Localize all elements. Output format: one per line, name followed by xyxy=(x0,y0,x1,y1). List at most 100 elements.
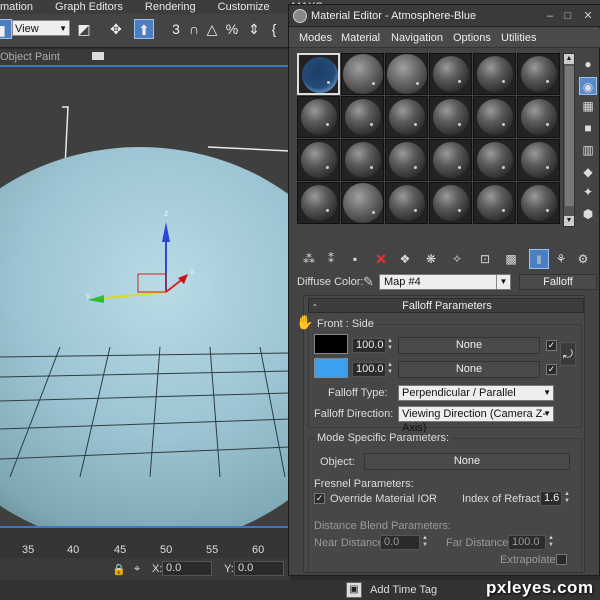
go-forward-sibling-icon[interactable]: ⚙ xyxy=(573,249,593,269)
side-amount-spinner-icon[interactable]: ▲ ▼ xyxy=(386,362,394,377)
video-color-check-icon[interactable]: ▥ xyxy=(579,141,597,159)
material-editor-titlebar[interactable]: Material Editor - Atmosphere-Blue – □ ✕ xyxy=(289,5,600,27)
falloff-parameters-header[interactable]: - Falloff Parameters xyxy=(308,298,584,313)
sample-slot[interactable] xyxy=(473,182,516,224)
transform-gizmo[interactable]: z y x xyxy=(80,202,200,312)
sample-type-sphere-icon[interactable]: ● xyxy=(579,55,597,73)
viewport-dropdown[interactable] xyxy=(92,52,104,60)
sample-slot[interactable] xyxy=(429,96,472,138)
assign-material-icon[interactable]: ▪ xyxy=(345,249,365,269)
menu-material[interactable]: Material xyxy=(341,32,380,44)
sample-slot[interactable] xyxy=(429,182,472,224)
perspective-viewport[interactable]: z y x xyxy=(0,65,290,528)
sample-slot[interactable] xyxy=(297,139,340,181)
snap-magnet-icon[interactable]: ∩ xyxy=(184,19,204,39)
material-id-icon[interactable]: ⊡ xyxy=(475,249,495,269)
snap-3-icon[interactable]: 3 xyxy=(166,19,186,39)
front-map-button[interactable]: None xyxy=(398,337,540,354)
menu-rendering[interactable]: Rendering xyxy=(145,1,196,13)
object-pick-button[interactable]: None xyxy=(364,453,570,470)
override-ior-checkbox[interactable]: ✓ xyxy=(314,493,325,504)
sample-slot[interactable] xyxy=(341,96,384,138)
sample-slot[interactable] xyxy=(297,53,340,95)
backlight-icon[interactable]: ◉ xyxy=(579,77,597,95)
percent-snap-icon[interactable]: % xyxy=(222,19,242,39)
falloff-type-select[interactable]: Perpendicular / Parallel ▼ xyxy=(398,385,554,401)
front-amount-spinner-icon[interactable]: ▲ ▼ xyxy=(386,338,394,353)
menu-navigation[interactable]: Navigation xyxy=(391,32,443,44)
sample-slot[interactable] xyxy=(341,139,384,181)
reference-coordinate-select[interactable]: View ▼ xyxy=(12,20,70,36)
swap-colors-icon[interactable]: ⤾ xyxy=(560,342,576,366)
sample-slot[interactable] xyxy=(297,182,340,224)
chevron-down-icon[interactable]: ▼ xyxy=(496,275,510,289)
menu-options[interactable]: Options xyxy=(453,32,491,44)
maximize-icon[interactable]: □ xyxy=(561,9,575,23)
get-material-icon[interactable]: ⁂ xyxy=(299,249,319,269)
move-icon[interactable]: ✥ xyxy=(106,19,126,39)
sample-slot[interactable] xyxy=(385,53,428,95)
sample-slot[interactable] xyxy=(429,139,472,181)
front-color-swatch[interactable] xyxy=(314,334,348,354)
sample-slot[interactable] xyxy=(341,53,384,95)
sample-slot[interactable] xyxy=(473,96,516,138)
time-tag-icon[interactable]: ▣ xyxy=(346,582,362,598)
make-preview-icon[interactable]: ◆ xyxy=(579,163,597,181)
extrapolate-checkbox[interactable] xyxy=(556,554,567,565)
lock-icon[interactable]: 🔒 xyxy=(112,563,126,576)
x-coord-field[interactable]: 0.0 xyxy=(162,561,212,576)
close-icon[interactable]: ✕ xyxy=(581,9,595,23)
sample-slot[interactable] xyxy=(517,53,560,95)
menu-animation[interactable]: mation xyxy=(0,1,33,13)
ior-field[interactable]: 1.6 xyxy=(540,491,562,506)
go-to-parent-icon[interactable]: ⚘ xyxy=(551,249,571,269)
near-distance-spinner-icon[interactable]: ▲ ▼ xyxy=(421,535,429,550)
sample-slot[interactable] xyxy=(341,182,384,224)
time-ruler[interactable]: 35 40 45 50 55 60 xyxy=(0,528,290,558)
menu-graph-editors[interactable]: Graph Editors xyxy=(55,1,123,13)
sample-slot[interactable] xyxy=(473,139,516,181)
menu-customize[interactable]: Customize xyxy=(218,1,270,13)
minimize-icon[interactable]: – xyxy=(543,9,557,23)
select-tool-icon[interactable]: ▮ xyxy=(0,19,12,39)
copy-material-icon[interactable]: ❖ xyxy=(395,249,415,269)
sample-slot[interactable] xyxy=(297,96,340,138)
sample-slot[interactable] xyxy=(385,182,428,224)
falloff-direction-select[interactable]: Viewing Direction (Camera Z-Axis) ▼ xyxy=(398,406,554,434)
scroll-thumb[interactable] xyxy=(565,66,574,206)
sample-slot[interactable] xyxy=(385,139,428,181)
far-distance-field[interactable]: 100.0 xyxy=(508,535,546,550)
select-and-manipulate-icon[interactable]: ⬆ xyxy=(134,19,154,39)
side-map-button[interactable]: None xyxy=(398,361,540,378)
map-name-field[interactable]: Map #4 ▼ xyxy=(379,274,511,290)
angle-snap-icon[interactable]: △ xyxy=(202,19,222,39)
show-end-result-icon[interactable]: ‖ xyxy=(529,249,549,269)
make-unique-icon[interactable]: ❋ xyxy=(421,249,441,269)
menu-modes[interactable]: Modes xyxy=(299,32,332,44)
add-time-tag[interactable]: Add Time Tag xyxy=(370,584,437,596)
pivot-icon[interactable]: ◩ xyxy=(74,19,94,39)
front-amount-field[interactable]: 100.0 xyxy=(352,338,386,353)
sample-slot[interactable] xyxy=(517,182,560,224)
near-distance-field[interactable]: 0.0 xyxy=(380,535,420,550)
pick-material-icon[interactable]: ✎ xyxy=(363,274,374,290)
sample-slot[interactable] xyxy=(473,53,516,95)
side-map-checkbox[interactable]: ✓ xyxy=(546,364,557,375)
far-distance-spinner-icon[interactable]: ▲ ▼ xyxy=(547,535,555,550)
edit-named-selection-icon[interactable]: { xyxy=(264,19,284,39)
scroll-down-icon[interactable]: ▼ xyxy=(564,216,574,226)
spinner-snap-icon[interactable]: ⇕ xyxy=(244,19,264,39)
background-checker-icon[interactable]: ▦ xyxy=(579,97,597,115)
ior-spinner-icon[interactable]: ▲ ▼ xyxy=(563,491,571,506)
reset-map-icon[interactable]: ✕ xyxy=(371,249,391,269)
scroll-up-icon[interactable]: ▲ xyxy=(564,54,574,64)
side-amount-field[interactable]: 100.0 xyxy=(352,362,386,377)
options-icon[interactable]: ✦ xyxy=(579,183,597,201)
put-to-scene-icon[interactable]: ⁑ xyxy=(321,249,341,269)
put-to-library-icon[interactable]: ✧ xyxy=(447,249,467,269)
front-map-checkbox[interactable]: ✓ xyxy=(546,340,557,351)
side-color-swatch[interactable] xyxy=(314,358,348,378)
absolute-mode-icon[interactable]: ⌖ xyxy=(134,563,140,576)
menu-utilities[interactable]: Utilities xyxy=(501,32,536,44)
sample-uv-tiling-icon[interactable]: ■ xyxy=(579,119,597,137)
